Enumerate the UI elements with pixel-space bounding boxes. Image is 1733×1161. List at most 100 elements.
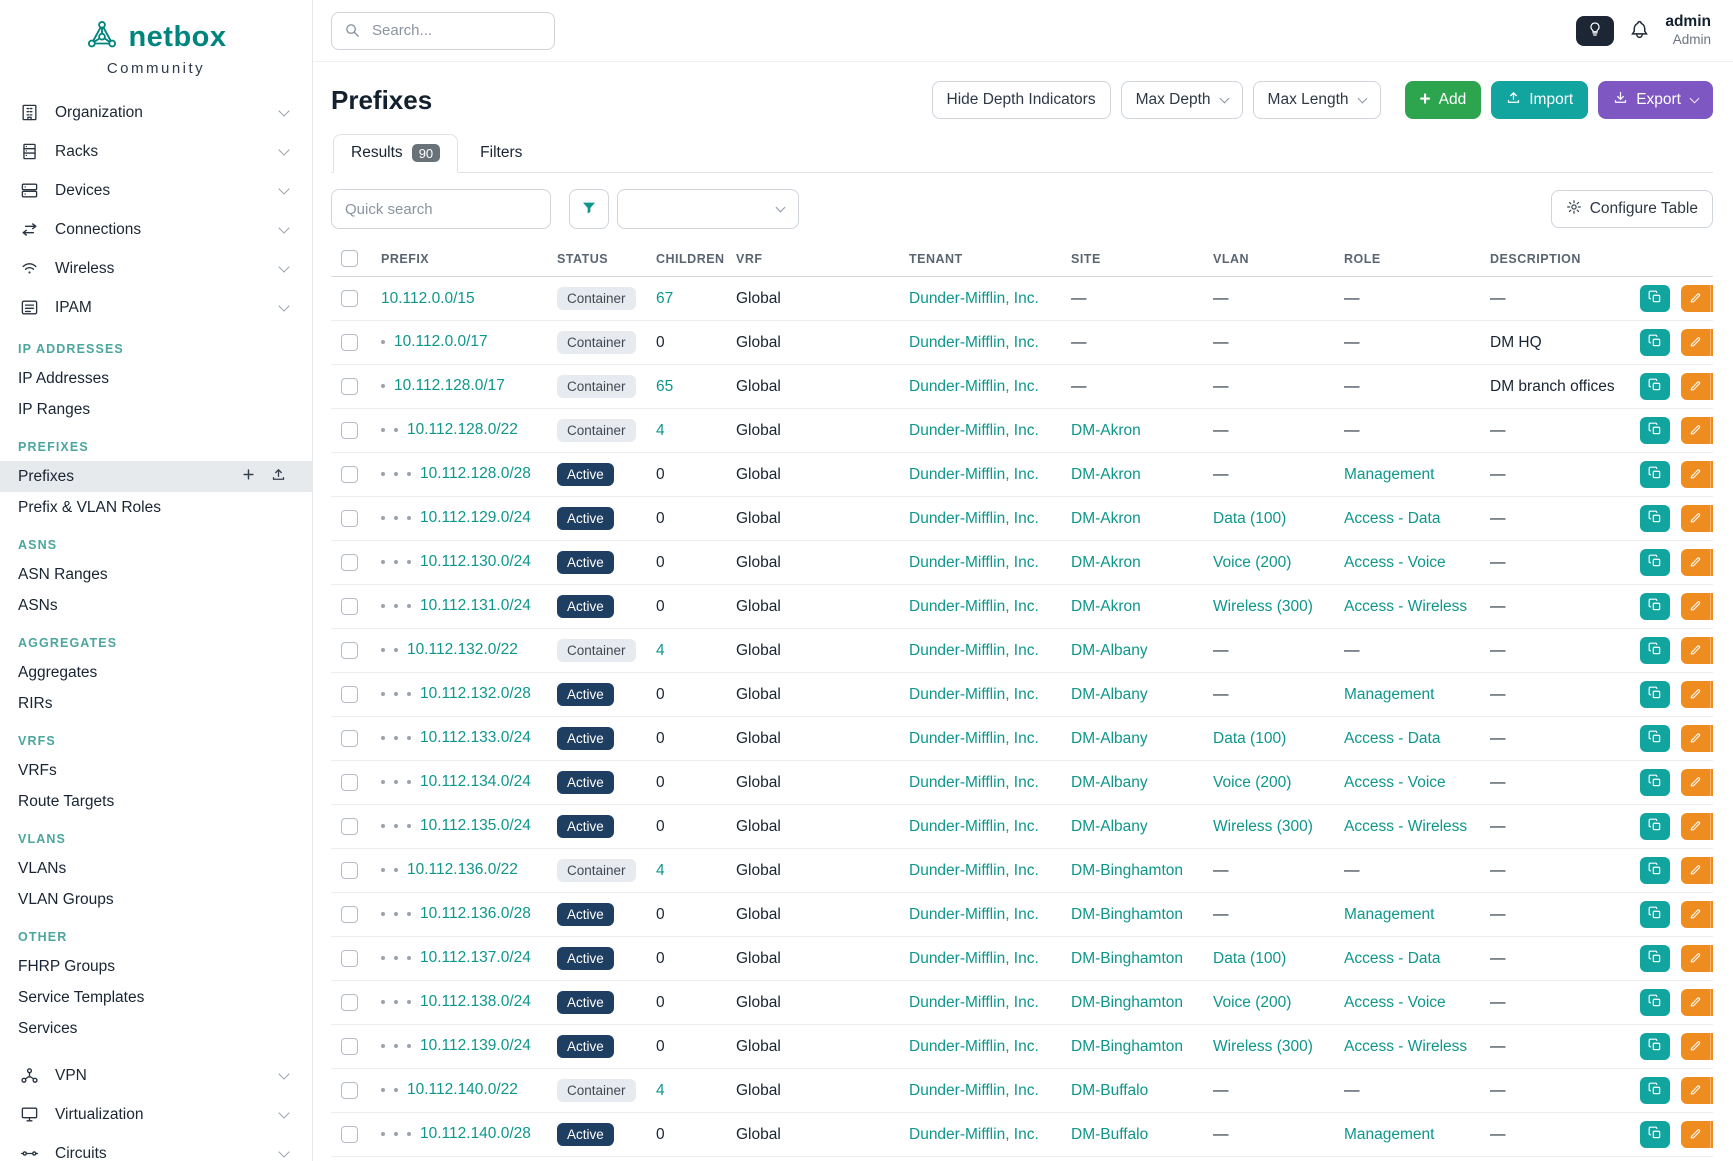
prefix-link[interactable]: 10.112.134.0/24	[420, 774, 531, 791]
copy-button[interactable]	[1640, 681, 1670, 708]
copy-button[interactable]	[1640, 1121, 1670, 1148]
role-link[interactable]: Access - Voice	[1344, 774, 1446, 791]
quick-search-input[interactable]	[331, 189, 551, 229]
row-checkbox[interactable]	[341, 994, 358, 1011]
sidebar-item-prefix-vlan-roles[interactable]: Prefix & VLAN Roles	[0, 492, 312, 523]
edit-button[interactable]	[1681, 857, 1711, 884]
site-link[interactable]: DM-Akron	[1071, 466, 1141, 483]
copy-button[interactable]	[1640, 549, 1670, 576]
row-checkbox[interactable]	[341, 554, 358, 571]
site-link[interactable]: DM-Buffalo	[1071, 1126, 1148, 1143]
edit-dropdown-caret[interactable]	[1711, 945, 1713, 972]
column-header-tenant[interactable]: TENANT	[899, 241, 1061, 277]
site-link[interactable]: DM-Akron	[1071, 554, 1141, 571]
copy-button[interactable]	[1640, 945, 1670, 972]
sidebar-item-prefixes[interactable]: Prefixes	[0, 461, 312, 492]
prefix-link[interactable]: 10.112.131.0/24	[420, 598, 531, 615]
column-header-description[interactable]: DESCRIPTION	[1480, 241, 1630, 277]
prefix-link[interactable]: 10.112.0.0/17	[394, 334, 488, 351]
column-header-children[interactable]: CHILDREN	[646, 241, 726, 277]
column-header-prefix[interactable]: PREFIX	[371, 241, 547, 277]
tenant-link[interactable]: Dunder-Mifflin, Inc.	[909, 554, 1039, 571]
edit-dropdown-caret[interactable]	[1711, 1077, 1713, 1104]
copy-button[interactable]	[1640, 1033, 1670, 1060]
edit-button[interactable]	[1681, 901, 1711, 928]
site-link[interactable]: DM-Albany	[1071, 730, 1148, 747]
tenant-link[interactable]: Dunder-Mifflin, Inc.	[909, 994, 1039, 1011]
max-length-dropdown[interactable]: Max Length	[1253, 81, 1381, 119]
tenant-link[interactable]: Dunder-Mifflin, Inc.	[909, 290, 1039, 307]
row-checkbox[interactable]	[341, 510, 358, 527]
tenant-link[interactable]: Dunder-Mifflin, Inc.	[909, 950, 1039, 967]
edit-button[interactable]	[1681, 637, 1711, 664]
copy-button[interactable]	[1640, 285, 1670, 312]
site-link[interactable]: DM-Binghamton	[1071, 1038, 1183, 1055]
role-link[interactable]: Access - Wireless	[1344, 818, 1467, 835]
row-checkbox[interactable]	[341, 1082, 358, 1099]
row-checkbox[interactable]	[341, 642, 358, 659]
edit-dropdown-caret[interactable]	[1711, 725, 1713, 752]
vlan-link[interactable]: Wireless (300)	[1213, 1038, 1313, 1055]
sidebar-item-fhrp-groups[interactable]: FHRP Groups	[0, 951, 312, 982]
edit-button[interactable]	[1681, 1077, 1711, 1104]
site-link[interactable]: DM-Albany	[1071, 818, 1148, 835]
vlan-link[interactable]: Data (100)	[1213, 510, 1286, 527]
edit-button[interactable]	[1681, 813, 1711, 840]
edit-dropdown-caret[interactable]	[1711, 461, 1713, 488]
brand[interactable]: netbox Community	[0, 18, 312, 77]
site-link[interactable]: DM-Binghamton	[1071, 906, 1183, 923]
copy-button[interactable]	[1640, 373, 1670, 400]
edit-dropdown-caret[interactable]	[1711, 373, 1713, 400]
edit-button[interactable]	[1681, 593, 1711, 620]
saved-filter-select[interactable]	[617, 189, 799, 229]
copy-button[interactable]	[1640, 769, 1670, 796]
site-link[interactable]: DM-Akron	[1071, 598, 1141, 615]
edit-dropdown-caret[interactable]	[1711, 901, 1713, 928]
edit-dropdown-caret[interactable]	[1711, 1033, 1713, 1060]
select-all-checkbox[interactable]	[341, 250, 358, 267]
sidebar-group-ipam[interactable]: IPAM	[0, 288, 312, 327]
edit-button[interactable]	[1681, 681, 1711, 708]
max-depth-dropdown[interactable]: Max Depth	[1121, 81, 1243, 119]
edit-button[interactable]	[1681, 549, 1711, 576]
row-checkbox[interactable]	[341, 950, 358, 967]
notifications-button[interactable]	[1629, 19, 1650, 43]
prefix-link[interactable]: 10.112.129.0/24	[420, 510, 531, 527]
sidebar-group-circuits[interactable]: Circuits	[0, 1134, 312, 1161]
edit-button[interactable]	[1681, 1121, 1711, 1148]
column-header-role[interactable]: ROLE	[1334, 241, 1480, 277]
tab-filters[interactable]: Filters	[462, 134, 540, 173]
prefix-link[interactable]: 10.112.128.0/28	[420, 466, 531, 483]
tenant-link[interactable]: Dunder-Mifflin, Inc.	[909, 422, 1039, 439]
edit-dropdown-caret[interactable]	[1711, 593, 1713, 620]
role-link[interactable]: Access - Data	[1344, 730, 1440, 747]
sidebar-item-aggregates[interactable]: Aggregates	[0, 657, 312, 688]
edit-button[interactable]	[1681, 373, 1711, 400]
prefix-link[interactable]: 10.112.140.0/22	[407, 1082, 518, 1099]
edit-button[interactable]	[1681, 989, 1711, 1016]
import-button[interactable]: Import	[1491, 81, 1588, 119]
edit-button[interactable]	[1681, 769, 1711, 796]
site-link[interactable]: DM-Albany	[1071, 686, 1148, 703]
vlan-link[interactable]: Voice (200)	[1213, 774, 1291, 791]
user-menu[interactable]: admin Admin	[1665, 13, 1711, 48]
vlan-link[interactable]: Wireless (300)	[1213, 818, 1313, 835]
children-link[interactable]: 67	[656, 290, 673, 307]
configure-table-button[interactable]: Configure Table	[1551, 190, 1713, 228]
role-link[interactable]: Management	[1344, 1126, 1434, 1143]
export-button[interactable]: Export	[1598, 81, 1713, 119]
add-button[interactable]: + Add	[1405, 81, 1482, 119]
prefix-link[interactable]: 10.112.0.0/15	[381, 290, 475, 307]
prefix-link[interactable]: 10.112.128.0/17	[394, 378, 505, 395]
sidebar-group-vpn[interactable]: VPN	[0, 1056, 312, 1095]
tenant-link[interactable]: Dunder-Mifflin, Inc.	[909, 642, 1039, 659]
column-header-status[interactable]: STATUS	[547, 241, 646, 277]
row-checkbox[interactable]	[341, 466, 358, 483]
row-checkbox[interactable]	[341, 862, 358, 879]
role-link[interactable]: Access - Wireless	[1344, 1038, 1467, 1055]
edit-button[interactable]	[1681, 1033, 1711, 1060]
role-link[interactable]: Management	[1344, 686, 1434, 703]
sidebar-group-devices[interactable]: Devices	[0, 171, 312, 210]
children-link[interactable]: 4	[656, 422, 665, 439]
site-link[interactable]: DM-Binghamton	[1071, 950, 1183, 967]
